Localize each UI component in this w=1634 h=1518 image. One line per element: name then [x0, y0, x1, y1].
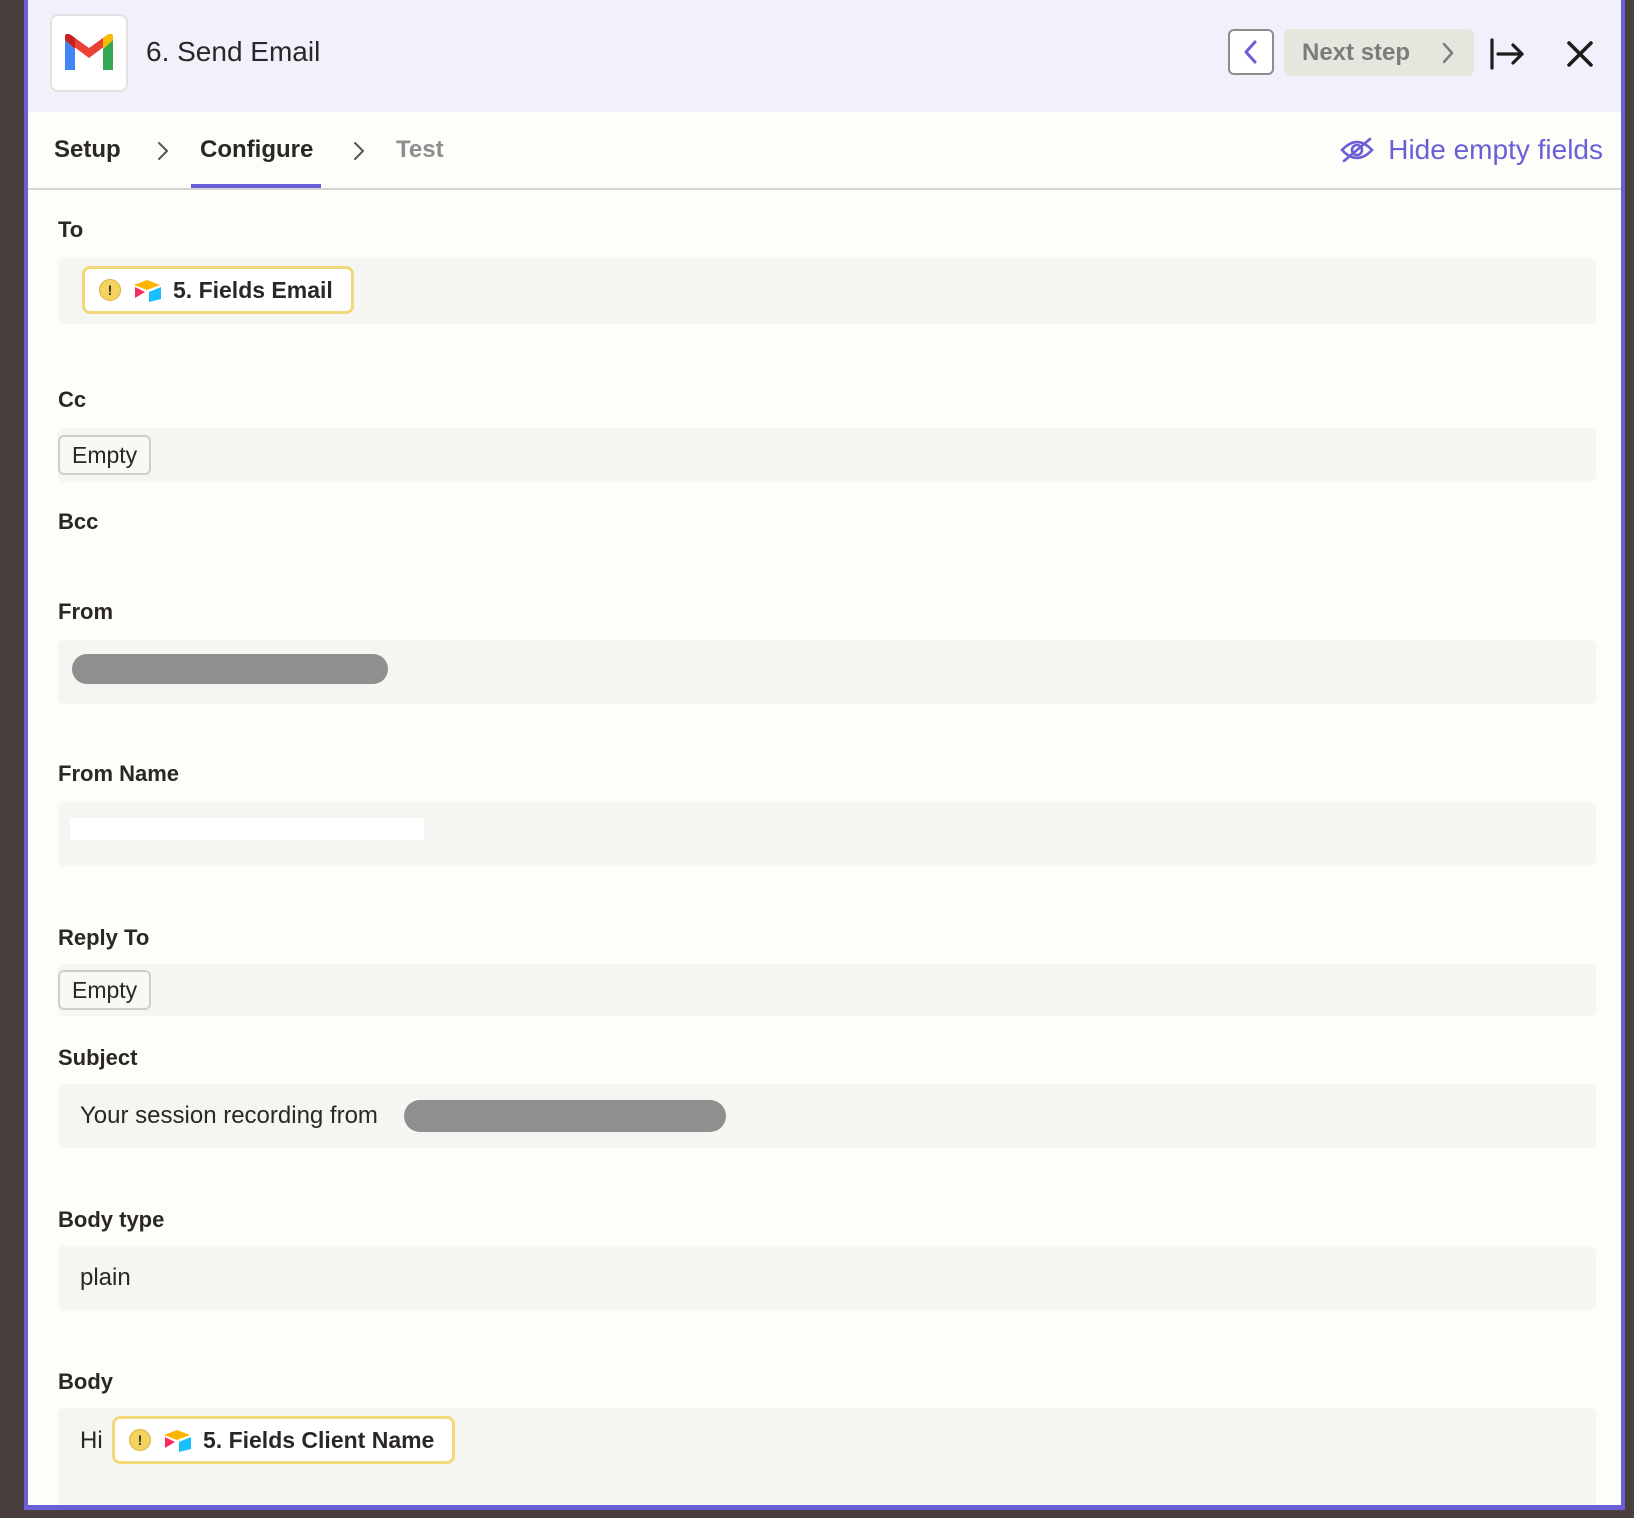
body-type-field[interactable]: plain — [58, 1246, 1596, 1310]
subject-value: Your session recording from — [80, 1102, 378, 1129]
chevron-right-icon — [158, 142, 168, 160]
subject-label: Subject — [58, 1045, 138, 1070]
chevron-right-icon — [354, 142, 364, 160]
cc-field[interactable]: Empty — [58, 428, 1596, 482]
body-type-value: plain — [80, 1264, 131, 1291]
tab-test[interactable]: Test — [396, 134, 444, 166]
empty-value-badge: Empty — [58, 970, 152, 1010]
tab-setup[interactable]: Setup — [54, 134, 121, 166]
reply-to-label: Reply To — [58, 925, 150, 950]
next-step-label: Next step — [1302, 38, 1411, 66]
hide-empty-fields-label: Hide empty fields — [1388, 134, 1603, 165]
eye-off-icon — [1340, 137, 1375, 163]
warning-icon: ! — [99, 279, 121, 301]
screen: 6. Send Email Next step Setup Configure … — [0, 0, 1634, 1518]
hide-empty-fields-button[interactable]: Hide empty fields — [1340, 130, 1603, 170]
to-field[interactable]: ! 5. Fields Email — [58, 258, 1596, 324]
reply-to-field[interactable]: Empty — [58, 964, 1596, 1016]
body-prefix-text: Hi — [80, 1427, 103, 1454]
active-tab-indicator — [191, 184, 321, 188]
warning-icon: ! — [129, 1429, 151, 1451]
from-field[interactable] — [58, 640, 1596, 704]
chevron-left-icon — [1244, 40, 1257, 64]
step-tabs: Setup Configure Test Hide empty fields — [28, 112, 1621, 190]
previous-step-button[interactable] — [1228, 29, 1274, 75]
from-name-label: From Name — [58, 761, 180, 786]
cc-label: Cc — [58, 387, 87, 412]
fields-email-token[interactable]: ! 5. Fields Email — [82, 266, 354, 314]
redacted-value — [70, 818, 424, 840]
next-step-button[interactable]: Next step — [1284, 29, 1474, 76]
body-field[interactable]: Hi ! 5. Fields Client Name — [58, 1408, 1596, 1505]
close-icon[interactable] — [1562, 36, 1598, 72]
body-type-label: Body type — [58, 1207, 165, 1232]
background-right — [1629, 0, 1634, 1518]
from-label: From — [58, 599, 113, 624]
gmail-icon — [50, 14, 128, 92]
panel-header: 6. Send Email Next step — [28, 0, 1621, 112]
empty-value-badge: Empty — [58, 435, 152, 475]
airtable-icon — [134, 280, 161, 302]
background-left — [0, 0, 24, 1518]
tab-configure[interactable]: Configure — [200, 134, 313, 166]
subject-field[interactable]: Your session recording from — [58, 1084, 1596, 1148]
token-label: 5. Fields Client Name — [203, 1426, 435, 1453]
arrow-to-right-icon[interactable] — [1488, 34, 1528, 74]
bcc-label: Bcc — [58, 509, 99, 534]
airtable-icon — [164, 1430, 191, 1452]
fields-client-name-token[interactable]: ! 5. Fields Client Name — [112, 1416, 456, 1464]
chevron-right-icon — [1442, 42, 1454, 64]
from-name-field[interactable] — [58, 802, 1596, 866]
to-label: To — [58, 217, 84, 242]
body-label: Body — [58, 1369, 113, 1394]
step-editor-panel: 6. Send Email Next step Setup Configure … — [24, 0, 1625, 1510]
token-label: 5. Fields Email — [173, 276, 333, 303]
step-title: 6. Send Email — [146, 36, 321, 67]
redacted-value — [404, 1100, 726, 1132]
redacted-value — [72, 654, 388, 684]
